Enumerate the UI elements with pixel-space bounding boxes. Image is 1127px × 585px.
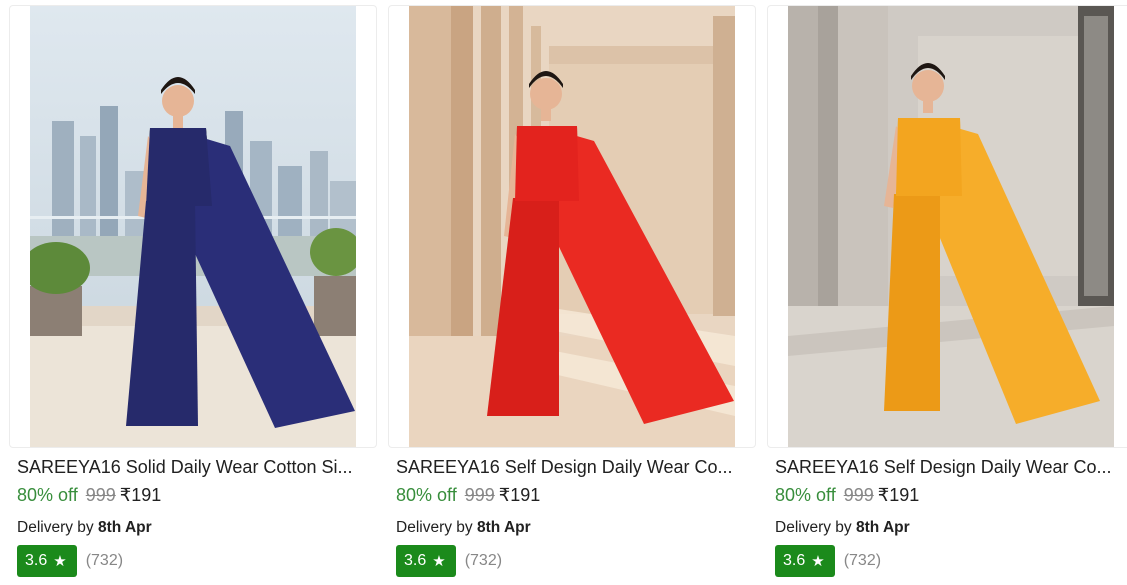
product-card[interactable]: SAREEYA16 Solid Daily Wear Cotton Si... … bbox=[9, 0, 377, 585]
star-icon: ★ bbox=[811, 552, 825, 570]
selling-price: ₹191 bbox=[498, 485, 541, 505]
product-title[interactable]: SAREEYA16 Self Design Daily Wear Co... bbox=[775, 455, 1127, 479]
product-image-frame[interactable] bbox=[388, 5, 756, 448]
mrp-price: 999 bbox=[843, 485, 874, 505]
product-grid: SAREEYA16 Solid Daily Wear Cotton Si... … bbox=[0, 0, 1127, 585]
discount-label: 80% off bbox=[17, 485, 78, 505]
rating-value: 3.6 bbox=[25, 552, 48, 569]
rating-value: 3.6 bbox=[783, 552, 806, 569]
mrp-price: 999 bbox=[464, 485, 495, 505]
delivery-date: 8th Apr bbox=[855, 519, 910, 536]
rating-count: (732) bbox=[85, 552, 124, 569]
star-icon: ★ bbox=[432, 552, 446, 570]
rating-row: 3.6 ★ (732) bbox=[775, 545, 881, 577]
delivery-prefix: Delivery by bbox=[396, 519, 473, 536]
rating-badge[interactable]: 3.6 ★ bbox=[17, 545, 77, 577]
product-card[interactable]: SAREEYA16 Self Design Daily Wear Co... 8… bbox=[388, 0, 756, 585]
product-image[interactable] bbox=[409, 6, 735, 447]
delivery-date: 8th Apr bbox=[476, 519, 531, 536]
rating-row: 3.6 ★ (732) bbox=[17, 545, 123, 577]
price-row: 80% off 999 ₹191 bbox=[17, 483, 161, 507]
selling-price: ₹191 bbox=[119, 485, 162, 505]
product-image-frame[interactable] bbox=[9, 5, 377, 448]
product-card[interactable]: SAREEYA16 Self Design Daily Wear Co... 8… bbox=[767, 0, 1127, 585]
rating-badge[interactable]: 3.6 ★ bbox=[775, 545, 835, 577]
product-image[interactable] bbox=[788, 6, 1114, 447]
price-row: 80% off 999 ₹191 bbox=[396, 483, 540, 507]
rating-count: (732) bbox=[464, 552, 503, 569]
rating-badge[interactable]: 3.6 ★ bbox=[396, 545, 456, 577]
delivery-info: Delivery by 8th Apr bbox=[396, 518, 531, 538]
mrp-price: 999 bbox=[85, 485, 116, 505]
discount-label: 80% off bbox=[775, 485, 836, 505]
rating-row: 3.6 ★ (732) bbox=[396, 545, 502, 577]
delivery-info: Delivery by 8th Apr bbox=[17, 518, 152, 538]
product-image[interactable] bbox=[30, 6, 356, 447]
delivery-prefix: Delivery by bbox=[17, 519, 94, 536]
delivery-info: Delivery by 8th Apr bbox=[775, 518, 910, 538]
delivery-prefix: Delivery by bbox=[775, 519, 852, 536]
rating-value: 3.6 bbox=[404, 552, 427, 569]
discount-label: 80% off bbox=[396, 485, 457, 505]
star-icon: ★ bbox=[53, 552, 67, 570]
selling-price: ₹191 bbox=[877, 485, 920, 505]
product-title[interactable]: SAREEYA16 Self Design Daily Wear Co... bbox=[396, 455, 748, 479]
product-image-frame[interactable] bbox=[767, 5, 1127, 448]
product-title[interactable]: SAREEYA16 Solid Daily Wear Cotton Si... bbox=[17, 455, 369, 479]
price-row: 80% off 999 ₹191 bbox=[775, 483, 919, 507]
delivery-date: 8th Apr bbox=[97, 519, 152, 536]
rating-count: (732) bbox=[843, 552, 882, 569]
